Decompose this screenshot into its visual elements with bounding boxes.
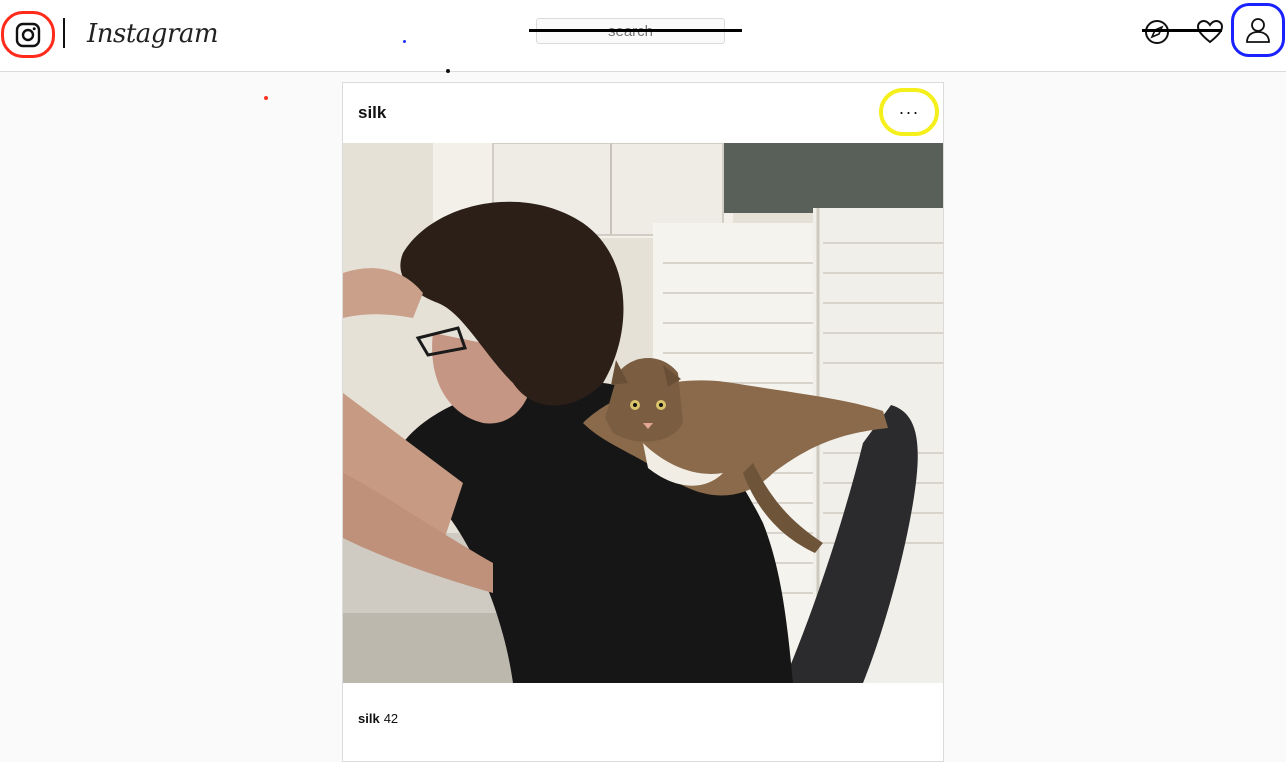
search-strikethrough bbox=[529, 29, 742, 32]
caption-count: 42 bbox=[383, 711, 399, 726]
post-username[interactable]: silk bbox=[358, 103, 386, 123]
person-icon[interactable] bbox=[1231, 3, 1285, 57]
stray-dot-red bbox=[264, 96, 268, 100]
top-navigation-bar: Instagram bbox=[0, 0, 1286, 72]
stray-dot-blue bbox=[403, 40, 406, 43]
instagram-camera-icon[interactable] bbox=[1, 11, 55, 58]
instagram-wordmark[interactable]: Instagram bbox=[87, 19, 219, 49]
caption-username[interactable]: silk bbox=[358, 711, 380, 726]
logo-divider bbox=[63, 18, 65, 48]
stray-dot-black bbox=[446, 69, 450, 73]
post-caption: silk 42 bbox=[358, 711, 398, 726]
post-photo[interactable] bbox=[343, 143, 943, 683]
post-header: silk ··· bbox=[343, 83, 943, 143]
nav-strikethrough bbox=[1142, 29, 1222, 32]
compass-icon[interactable] bbox=[1144, 19, 1170, 45]
heart-icon[interactable] bbox=[1196, 19, 1224, 45]
more-options-button[interactable]: ··· bbox=[879, 88, 939, 136]
post-card: silk ··· silk 42 bbox=[342, 82, 944, 762]
post-photo-illustration bbox=[343, 143, 943, 683]
